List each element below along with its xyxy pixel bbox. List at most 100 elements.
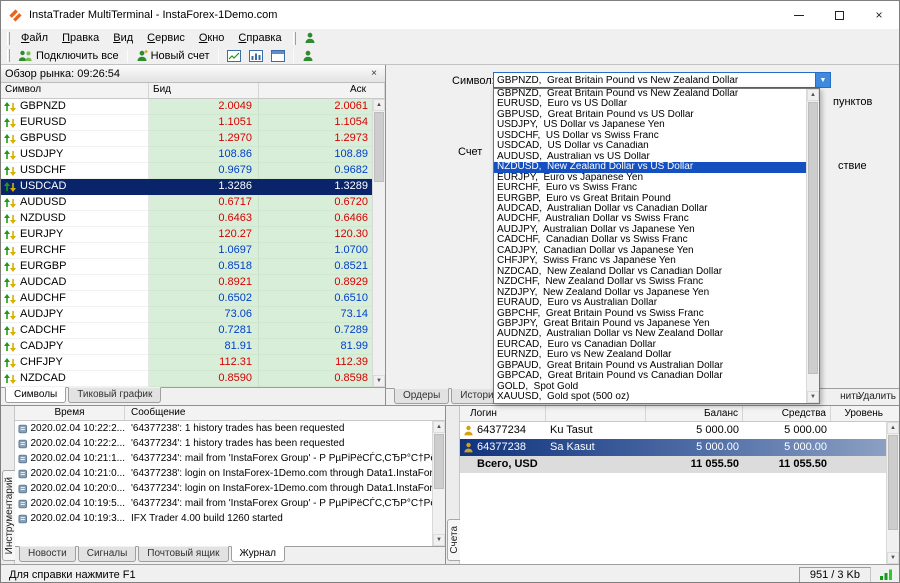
journal-row[interactable]: 2020.02.04 10:20:0... '64377234': login … [15, 481, 445, 496]
menu-item[interactable]: Справка [231, 31, 288, 45]
scroll-up-icon[interactable]: ▲ [433, 421, 445, 433]
menu-item[interactable]: Правка [55, 31, 106, 45]
symbol-dropdown-item[interactable]: GBPCHF, Great Britain Pound vs Swiss Fra… [494, 309, 806, 319]
symbol-dropdown-item[interactable]: NZDUSD, New Zealand Dollar vs US Dollar [494, 162, 806, 172]
symbol-dropdown-item[interactable]: GBPUSD, Great Britain Pound vs US Dollar [494, 110, 806, 120]
scroll-up-icon[interactable]: ▲ [807, 89, 819, 101]
new-account-button[interactable]: Новый счет [132, 48, 214, 64]
minimize-button[interactable] [779, 1, 819, 29]
journal-tab[interactable]: Сигналы [78, 546, 137, 562]
symbol-dropdown-item[interactable]: USDJPY, US Dollar vs Japanese Yen [494, 120, 806, 130]
journal-scrollbar[interactable]: ▲ ▼ [432, 421, 445, 546]
market-row[interactable]: GBPNZD 2.0049 2.0061 [1, 99, 385, 115]
symbol-dropdown-item[interactable]: EURNZD, Euro vs New Zealand Dollar [494, 350, 806, 360]
symbol-dropdown-item[interactable]: USDCHF, US Dollar vs Swiss Franc [494, 131, 806, 141]
account-button[interactable] [298, 48, 318, 64]
symbol-dropdown-item[interactable]: EURCAD, Euro vs Canadian Dollar [494, 340, 806, 350]
symbol-dropdown-item[interactable]: AUDCAD, Australian Dollar vs Canadian Do… [494, 204, 806, 214]
market-row[interactable]: NZDUSD 0.6463 0.6466 [1, 211, 385, 227]
scrollbar-thumb[interactable] [374, 112, 384, 182]
symbol-dropdown-item[interactable]: AUDJPY, Australian Dollar vs Japanese Ye… [494, 225, 806, 235]
account-row[interactable]: 64377238 Sa Kasut 5 000.00 5 000.00 [460, 439, 899, 456]
journal-row[interactable]: 2020.02.04 10:22:2... '64377234': 1 hist… [15, 436, 445, 451]
dropdown-scrollbar[interactable]: ▲ ▼ [806, 89, 819, 403]
column-header-symbol[interactable]: Символ [1, 83, 149, 98]
market-watch-tab[interactable]: Символы [5, 387, 66, 403]
symbol-dropdown-item[interactable]: GOLD, Spot Gold [494, 382, 806, 392]
connect-all-button[interactable]: Подключить все [14, 48, 123, 64]
market-row[interactable]: CADJPY 81.91 81.99 [1, 339, 385, 355]
market-row[interactable]: EURJPY 120.27 120.30 [1, 227, 385, 243]
market-watch-tab[interactable]: Тиковый график [68, 387, 161, 403]
market-row[interactable]: EURGBP 0.8518 0.8521 [1, 259, 385, 275]
market-row[interactable]: EURCHF 1.0697 1.0700 [1, 243, 385, 259]
journal-tab[interactable]: Почтовый ящик [138, 546, 228, 562]
market-row[interactable]: USDJPY 108.86 108.89 [1, 147, 385, 163]
journal-row[interactable]: 2020.02.04 10:19:3... IFX Trader 4.00 bu… [15, 511, 445, 526]
symbol-dropdown-item[interactable]: GBPCAD, Great Britain Pound vs Canadian … [494, 371, 806, 381]
delete-button[interactable]: Удалить [858, 391, 896, 402]
symbol-dropdown-item[interactable]: USDCAD, US Dollar vs Canadian [494, 141, 806, 151]
symbol-dropdown-item[interactable]: EURCHF, Euro vs Swiss Franc [494, 183, 806, 193]
market-row[interactable]: CHFJPY 112.31 112.39 [1, 355, 385, 371]
accounts-scrollbar[interactable]: ▲ ▼ [886, 422, 899, 564]
symbol-combobox[interactable]: GBPNZD, Great Britain Pound vs New Zeala… [493, 72, 831, 88]
account-row[interactable]: 64377234 Ku Tasut 5 000.00 5 000.00 [460, 422, 899, 439]
market-watch-scrollbar[interactable]: ▲ ▼ [372, 99, 385, 387]
column-header-balance[interactable]: Баланс [646, 406, 743, 421]
scroll-down-icon[interactable]: ▼ [887, 552, 899, 564]
market-row[interactable]: AUDJPY 73.06 73.14 [1, 307, 385, 323]
symbol-dropdown-item[interactable]: EURGBP, Euro vs Great Britain Pound [494, 194, 806, 204]
market-row[interactable]: NZDCAD 0.8590 0.8598 [1, 371, 385, 387]
close-panel-icon[interactable]: × [367, 68, 381, 79]
menu-item[interactable]: Файл [14, 31, 55, 45]
market-row[interactable]: USDCHF 0.9679 0.9682 [1, 163, 385, 179]
toolbar-grip[interactable] [7, 32, 10, 45]
scroll-up-icon[interactable]: ▲ [373, 99, 385, 111]
scroll-down-icon[interactable]: ▼ [373, 375, 385, 387]
journal-row[interactable]: 2020.02.04 10:21:1... '64377234': mail f… [15, 451, 445, 466]
symbol-dropdown-item[interactable]: CHFJPY, Swiss Franc vs Japanese Yen [494, 256, 806, 266]
market-row[interactable]: AUDCHF 0.6502 0.6510 [1, 291, 385, 307]
market-row[interactable]: EURUSD 1.1051 1.1054 [1, 115, 385, 131]
journal-row[interactable]: 2020.02.04 10:19:5... '64377234': mail f… [15, 496, 445, 511]
combobox-dropdown-icon[interactable]: ▼ [815, 73, 830, 87]
market-row[interactable]: AUDCAD 0.8921 0.8929 [1, 275, 385, 291]
account-row[interactable]: Всего, USD 11 055.50 11 055.50 [460, 456, 899, 473]
toolbox-vertical-tab[interactable]: Инструментарий [2, 470, 15, 561]
market-row[interactable]: AUDUSD 0.6717 0.6720 [1, 195, 385, 211]
symbol-dropdown-item[interactable]: NZDCHF, New Zealand Dollar vs Swiss Fran… [494, 277, 806, 287]
column-header-equity[interactable]: Средства [743, 406, 831, 421]
bar-chart-button[interactable] [245, 48, 267, 64]
chart-button[interactable] [223, 48, 245, 64]
market-row[interactable]: CADCHF 0.7281 0.7289 [1, 323, 385, 339]
scroll-down-icon[interactable]: ▼ [807, 391, 819, 403]
column-header-name[interactable] [546, 406, 646, 421]
symbol-dropdown-item[interactable]: AUDCHF, Australian Dollar vs Swiss Franc [494, 214, 806, 224]
market-row[interactable]: USDCAD 1.3286 1.3289 [1, 179, 385, 195]
journal-row[interactable]: 2020.02.04 10:22:2... '64377238': 1 hist… [15, 421, 445, 436]
accounts-vertical-tab[interactable]: Счета [447, 519, 460, 561]
symbol-dropdown-item[interactable]: AUDNZD, Australian Dollar vs New Zealand… [494, 329, 806, 339]
symbol-dropdown-item[interactable]: CADJPY, Canadian Dollar vs Japanese Yen [494, 246, 806, 256]
menu-item[interactable]: Окно [192, 31, 232, 45]
column-header-bid[interactable]: Бид [149, 83, 259, 98]
scrollbar-thumb[interactable] [434, 434, 444, 489]
journal-row[interactable]: 2020.02.04 10:21:0... '64377238': login … [15, 466, 445, 481]
symbol-dropdown-item[interactable]: EURAUD, Euro vs Australian Dollar [494, 298, 806, 308]
scroll-down-icon[interactable]: ▼ [433, 534, 445, 546]
column-header-level[interactable]: Уровень [831, 406, 899, 421]
symbol-dropdown-item[interactable]: EURJPY, Euro vs Japanese Yen [494, 173, 806, 183]
scroll-up-icon[interactable]: ▲ [887, 422, 899, 434]
column-header-message[interactable]: Сообщение [125, 406, 445, 420]
column-header-time[interactable]: Время [15, 406, 125, 420]
toolbar-grip[interactable] [7, 49, 10, 62]
symbol-dropdown-item[interactable]: GBPNZD, Great Britain Pound vs New Zeala… [494, 89, 806, 99]
journal-tab[interactable]: Журнал [231, 546, 286, 562]
close-button[interactable]: × [859, 1, 899, 29]
column-header-ask[interactable]: Аск [259, 83, 385, 98]
symbol-dropdown-item[interactable]: NZDJPY, New Zealand Dollar vs Japanese Y… [494, 288, 806, 298]
symbol-dropdown-item[interactable]: GBPJPY, Great Britain Pound vs Japanese … [494, 319, 806, 329]
symbol-dropdown-item[interactable]: CADCHF, Canadian Dollar vs Swiss Franc [494, 235, 806, 245]
symbol-dropdown-item[interactable]: XAUUSD, Gold spot (500 oz) [494, 392, 806, 402]
